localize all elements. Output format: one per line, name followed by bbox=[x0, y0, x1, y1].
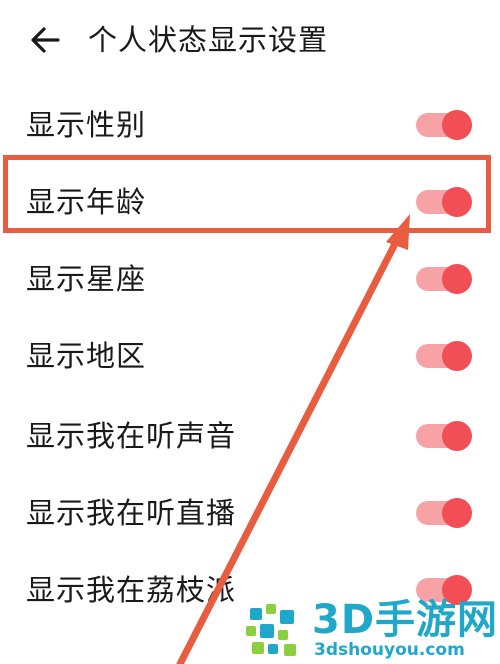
arrow-left-icon[interactable] bbox=[28, 22, 64, 58]
setting-label: 显示我在听直播 bbox=[26, 496, 237, 530]
toggle-switch[interactable] bbox=[416, 498, 474, 528]
setting-label: 显示我在听声音 bbox=[26, 419, 237, 453]
setting-label: 显示星座 bbox=[26, 262, 147, 296]
watermark-brand: 3D手游网 bbox=[312, 597, 499, 643]
toggle-switch[interactable] bbox=[416, 341, 474, 371]
watermark: 3D手游网 3dshouyou.com bbox=[244, 598, 500, 664]
setting-label: 显示性别 bbox=[26, 108, 147, 142]
watermark-logo-icon bbox=[246, 604, 296, 656]
toggle-knob bbox=[442, 110, 472, 140]
setting-row-listening-audio: 显示我在听声音 bbox=[0, 397, 500, 475]
setting-row-listening-live: 显示我在听直播 bbox=[0, 474, 500, 552]
toggle-knob bbox=[442, 421, 472, 451]
toggle-switch[interactable] bbox=[416, 110, 474, 140]
watermark-url: 3dshouyou.com bbox=[314, 640, 465, 660]
setting-row-zodiac: 显示星座 bbox=[0, 240, 500, 318]
annotation-highlight-box bbox=[3, 155, 491, 233]
setting-row-region: 显示地区 bbox=[0, 317, 500, 395]
setting-label: 显示地区 bbox=[26, 339, 147, 373]
toggle-switch[interactable] bbox=[416, 264, 474, 294]
toggle-knob bbox=[442, 264, 472, 294]
header-bar: 个人状态显示设置 bbox=[0, 0, 500, 80]
page-title: 个人状态显示设置 bbox=[88, 23, 329, 57]
setting-row-gender: 显示性别 bbox=[0, 86, 500, 164]
toggle-switch[interactable] bbox=[416, 421, 474, 451]
setting-label: 显示我在荔枝派 bbox=[26, 573, 237, 607]
toggle-knob bbox=[442, 498, 472, 528]
toggle-knob bbox=[442, 341, 472, 371]
